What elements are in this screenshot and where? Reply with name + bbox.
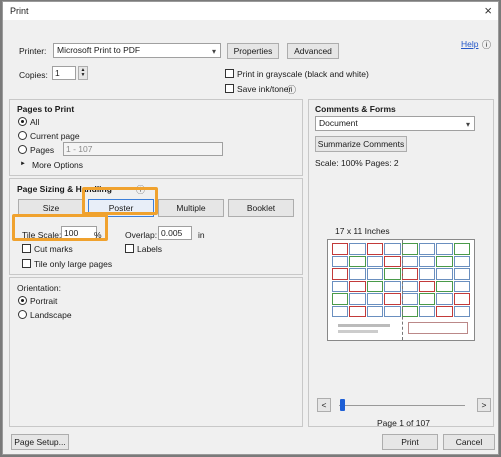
labels-label: Labels bbox=[137, 244, 163, 254]
current-page-radio[interactable] bbox=[18, 131, 27, 140]
expand-icon[interactable]: ► bbox=[20, 161, 26, 167]
cancel-button[interactable]: Cancel bbox=[443, 434, 495, 450]
preview-panel: Comments & Forms Document ▾ Summarize Co… bbox=[308, 99, 494, 428]
poster-highlight bbox=[82, 187, 158, 215]
preview-footer-text bbox=[338, 330, 378, 333]
preview-footer-box bbox=[408, 322, 468, 334]
current-page-label: Current page bbox=[30, 131, 80, 141]
printer-select[interactable]: Microsoft Print to PDF ▾ bbox=[53, 43, 221, 58]
copies-input[interactable]: 1 bbox=[52, 66, 76, 80]
properties-button[interactable]: Properties bbox=[227, 43, 279, 59]
scale-pages-info: Scale: 100% Pages: 2 bbox=[315, 158, 399, 168]
cut-marks-checkbox[interactable] bbox=[22, 244, 31, 253]
help-link[interactable]: Help bbox=[461, 39, 478, 49]
title-bar: Print × bbox=[3, 2, 498, 20]
print-button[interactable]: Print bbox=[382, 434, 438, 450]
comments-heading: Comments & Forms bbox=[315, 104, 396, 114]
preview-footer-text bbox=[338, 324, 390, 327]
booklet-tab-button[interactable]: Booklet bbox=[228, 199, 294, 217]
print-dialog: Print × Printer: Microsoft Print to PDF … bbox=[2, 1, 499, 455]
help-icon[interactable]: ⓘ bbox=[482, 38, 491, 51]
overlap-unit: in bbox=[198, 230, 205, 240]
pages-range-input[interactable]: 1 - 107 bbox=[63, 142, 223, 156]
overlap-label: Overlap: bbox=[125, 230, 158, 240]
printer-value: Microsoft Print to PDF bbox=[57, 45, 141, 55]
next-page-button[interactable]: > bbox=[477, 398, 491, 412]
grayscale-checkbox[interactable] bbox=[225, 69, 234, 78]
multiple-tab-button[interactable]: Multiple bbox=[158, 199, 224, 217]
labels-checkbox[interactable] bbox=[125, 244, 134, 253]
tile-scale-highlight bbox=[12, 214, 108, 241]
page-preview bbox=[327, 239, 475, 341]
all-pages-radio[interactable] bbox=[18, 117, 27, 126]
page-count-label: Page 1 of 107 bbox=[377, 418, 430, 428]
info-icon[interactable]: ⓘ bbox=[287, 83, 296, 96]
portrait-label: Portrait bbox=[30, 296, 58, 306]
prev-page-button[interactable]: < bbox=[317, 398, 331, 412]
tile-large-label: Tile only large pages bbox=[34, 259, 113, 269]
all-pages-label: All bbox=[30, 117, 40, 127]
more-options-link[interactable]: More Options bbox=[32, 160, 83, 170]
chevron-down-icon: ▾ bbox=[211, 47, 216, 56]
copies-stepper[interactable]: ▲ ▼ bbox=[78, 66, 88, 80]
page-split-line bbox=[402, 240, 403, 340]
close-icon[interactable]: × bbox=[484, 3, 492, 18]
landscape-radio[interactable] bbox=[18, 310, 27, 319]
page-slider-track[interactable] bbox=[339, 405, 465, 406]
copies-label: Copies: bbox=[19, 70, 48, 80]
page-slider-thumb[interactable] bbox=[340, 399, 346, 411]
orientation-heading: Orientation: bbox=[17, 283, 61, 293]
printer-label: Printer: bbox=[19, 46, 47, 56]
page-setup-button[interactable]: Page Setup... bbox=[11, 434, 69, 450]
chevron-down-icon: ▾ bbox=[465, 120, 470, 129]
paper-size-label: 17 x 11 Inches bbox=[335, 226, 390, 236]
grayscale-label: Print in grayscale (black and white) bbox=[237, 69, 369, 79]
preview-content-grid bbox=[332, 243, 470, 317]
save-ink-label: Save ink/toner bbox=[237, 84, 292, 94]
advanced-button[interactable]: Advanced bbox=[287, 43, 339, 59]
summarize-comments-button[interactable]: Summarize Comments bbox=[315, 136, 407, 152]
pages-label: Pages bbox=[30, 145, 55, 155]
pages-radio[interactable] bbox=[18, 145, 27, 154]
overlap-input[interactable]: 0.005 bbox=[158, 226, 192, 240]
dialog-title: Print bbox=[10, 6, 29, 16]
pages-to-print-heading: Pages to Print bbox=[17, 104, 75, 114]
save-ink-checkbox[interactable] bbox=[225, 84, 234, 93]
comments-value: Document bbox=[319, 118, 358, 128]
portrait-radio[interactable] bbox=[18, 296, 27, 305]
orientation-panel: Orientation: Portrait Landscape bbox=[9, 277, 303, 427]
landscape-label: Landscape bbox=[30, 310, 72, 320]
comments-select[interactable]: Document ▾ bbox=[315, 116, 475, 131]
tile-large-checkbox[interactable] bbox=[22, 259, 31, 268]
cut-marks-label: Cut marks bbox=[34, 244, 73, 254]
pages-to-print-panel: Pages to Print All Current page Pages 1 … bbox=[9, 99, 303, 176]
